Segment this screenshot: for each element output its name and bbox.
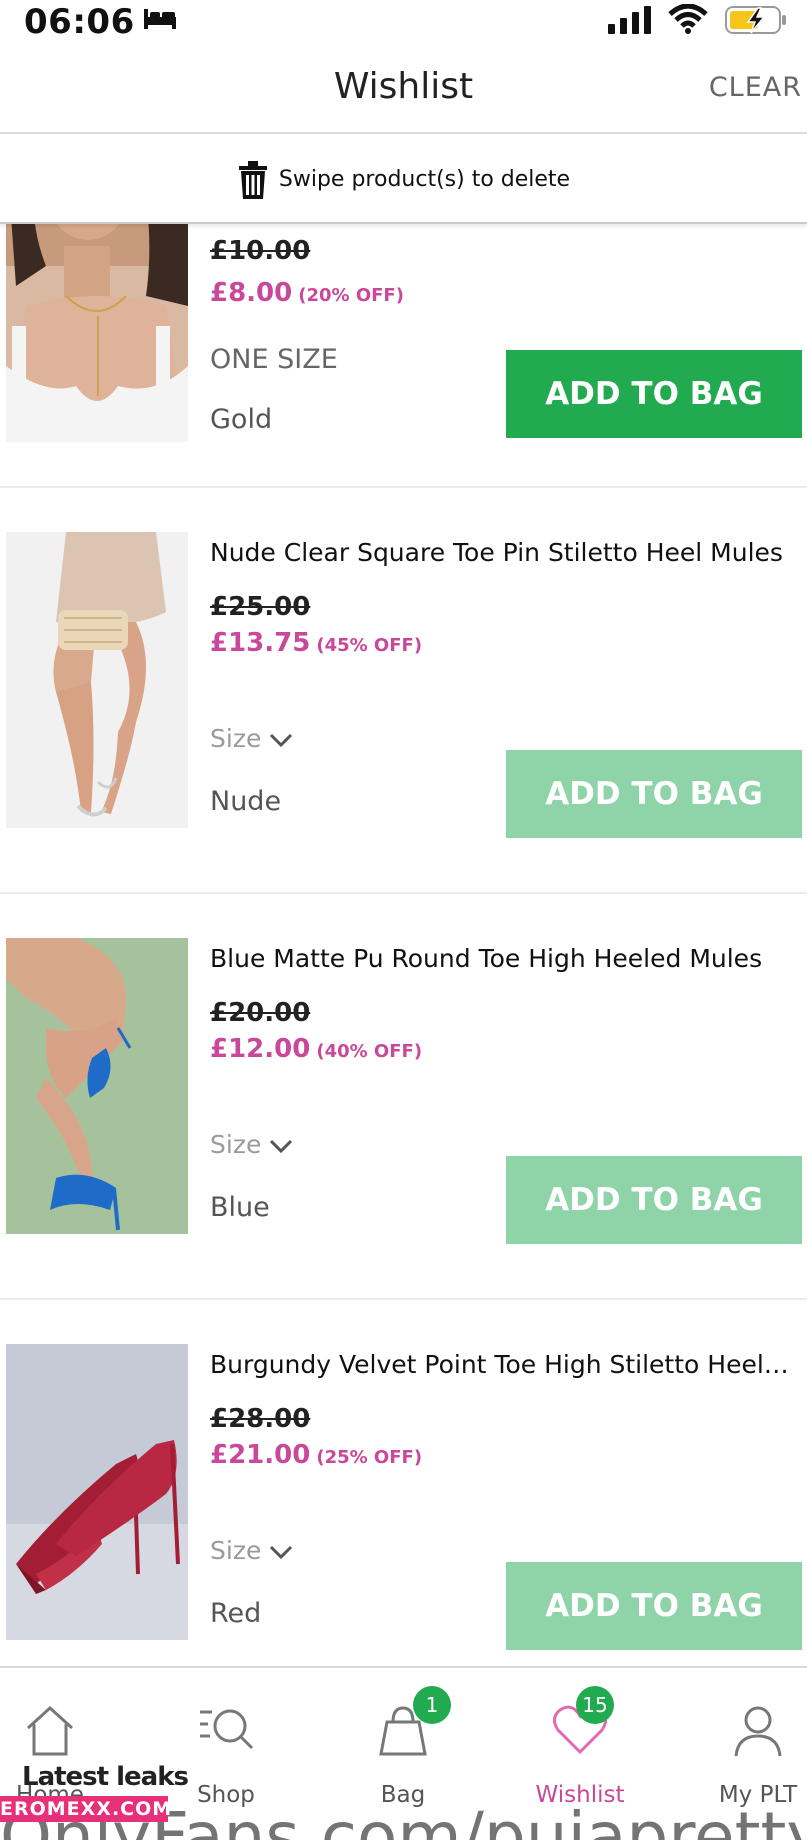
search-icon xyxy=(200,1709,254,1750)
swipe-hint-text: Swipe product(s) to delete xyxy=(278,167,571,192)
list-item[interactable]: Blue Matte Pu Round Toe High Heeled Mule… xyxy=(0,894,807,1300)
signal-icon xyxy=(608,6,651,34)
tab-bag[interactable]: 1 Bag xyxy=(323,1668,483,1808)
colour-label: Red xyxy=(210,1598,262,1629)
old-price: £28.00 xyxy=(210,1404,311,1434)
bed-icon xyxy=(144,9,176,29)
tab-wishlist[interactable]: 15 Wishlist xyxy=(500,1668,660,1808)
bag-count-badge: 1 xyxy=(413,1686,451,1724)
product-image[interactable] xyxy=(6,938,188,1234)
home-icon xyxy=(26,1705,74,1756)
add-to-bag-button[interactable]: ADD TO BAG xyxy=(506,750,802,838)
product-image[interactable] xyxy=(6,224,188,442)
wishlist-list[interactable]: £10.00 £8.00 (20% OFF) ONE SIZE Gold ADD … xyxy=(0,224,807,1668)
colour-label: Gold xyxy=(210,404,273,435)
sale-price: £12.00 (40% OFF) xyxy=(210,1034,423,1064)
discount-label: (40% OFF) xyxy=(316,1041,423,1062)
chevron-down-icon xyxy=(270,733,293,748)
leaks-watermark: Latest leaks xyxy=(22,1762,189,1792)
page-title: Wishlist xyxy=(333,66,474,107)
discount-label: (20% OFF) xyxy=(298,285,404,306)
old-price: £20.00 xyxy=(210,998,311,1028)
colour-label: Nude xyxy=(210,786,282,817)
product-name[interactable]: Nude Clear Square Toe Pin Stiletto Heel … xyxy=(210,538,802,567)
user-icon xyxy=(734,1706,782,1757)
discount-label: (25% OFF) xyxy=(316,1447,423,1468)
add-to-bag-button[interactable]: ADD TO BAG xyxy=(506,1562,802,1650)
swipe-hint-bar: Swipe product(s) to delete xyxy=(0,136,807,224)
size-select[interactable]: Size xyxy=(210,724,293,753)
battery-charging-icon xyxy=(725,6,786,34)
size-label: ONE SIZE xyxy=(210,344,338,375)
old-price: £10.00 xyxy=(210,236,311,266)
product-name[interactable]: Blue Matte Pu Round Toe High Heeled Mule… xyxy=(210,944,802,973)
product-image[interactable] xyxy=(6,532,188,828)
list-item[interactable]: Nude Clear Square Toe Pin Stiletto Heel … xyxy=(0,488,807,894)
wifi-icon xyxy=(668,4,708,34)
sale-price: £21.00 (25% OFF) xyxy=(210,1440,423,1470)
product-image[interactable] xyxy=(6,1344,188,1640)
tab-my-plt[interactable]: My PLT xyxy=(678,1668,807,1808)
clear-button[interactable]: CLEAR xyxy=(709,72,802,103)
status-bar: 06:06 xyxy=(0,0,807,44)
add-to-bag-button[interactable]: ADD TO BAG xyxy=(506,1156,802,1244)
size-select[interactable]: Size xyxy=(210,1536,293,1565)
discount-label: (45% OFF) xyxy=(316,635,423,656)
chevron-down-icon xyxy=(270,1545,293,1560)
status-time: 06:06 xyxy=(24,2,135,42)
product-name[interactable]: Burgundy Velvet Point Toe High Stiletto … xyxy=(210,1350,802,1379)
sale-price: £13.75 (45% OFF) xyxy=(210,628,423,658)
size-select[interactable]: Size xyxy=(210,1130,293,1159)
list-item[interactable]: £10.00 £8.00 (20% OFF) ONE SIZE Gold ADD … xyxy=(0,224,807,488)
colour-label: Blue xyxy=(210,1192,270,1223)
chevron-down-icon xyxy=(270,1139,293,1154)
sale-price: £8.00 (20% OFF) xyxy=(210,278,404,308)
site-watermark: EROMEXX.COM xyxy=(0,1796,173,1822)
list-item[interactable]: Burgundy Velvet Point Toe High Stiletto … xyxy=(0,1300,807,1668)
old-price: £25.00 xyxy=(210,592,311,622)
trash-icon xyxy=(238,161,267,199)
add-to-bag-button[interactable]: ADD TO BAG xyxy=(506,350,802,438)
wishlist-count-badge: 15 xyxy=(576,1686,614,1724)
nav-header: Wishlist CLEAR xyxy=(0,44,807,134)
